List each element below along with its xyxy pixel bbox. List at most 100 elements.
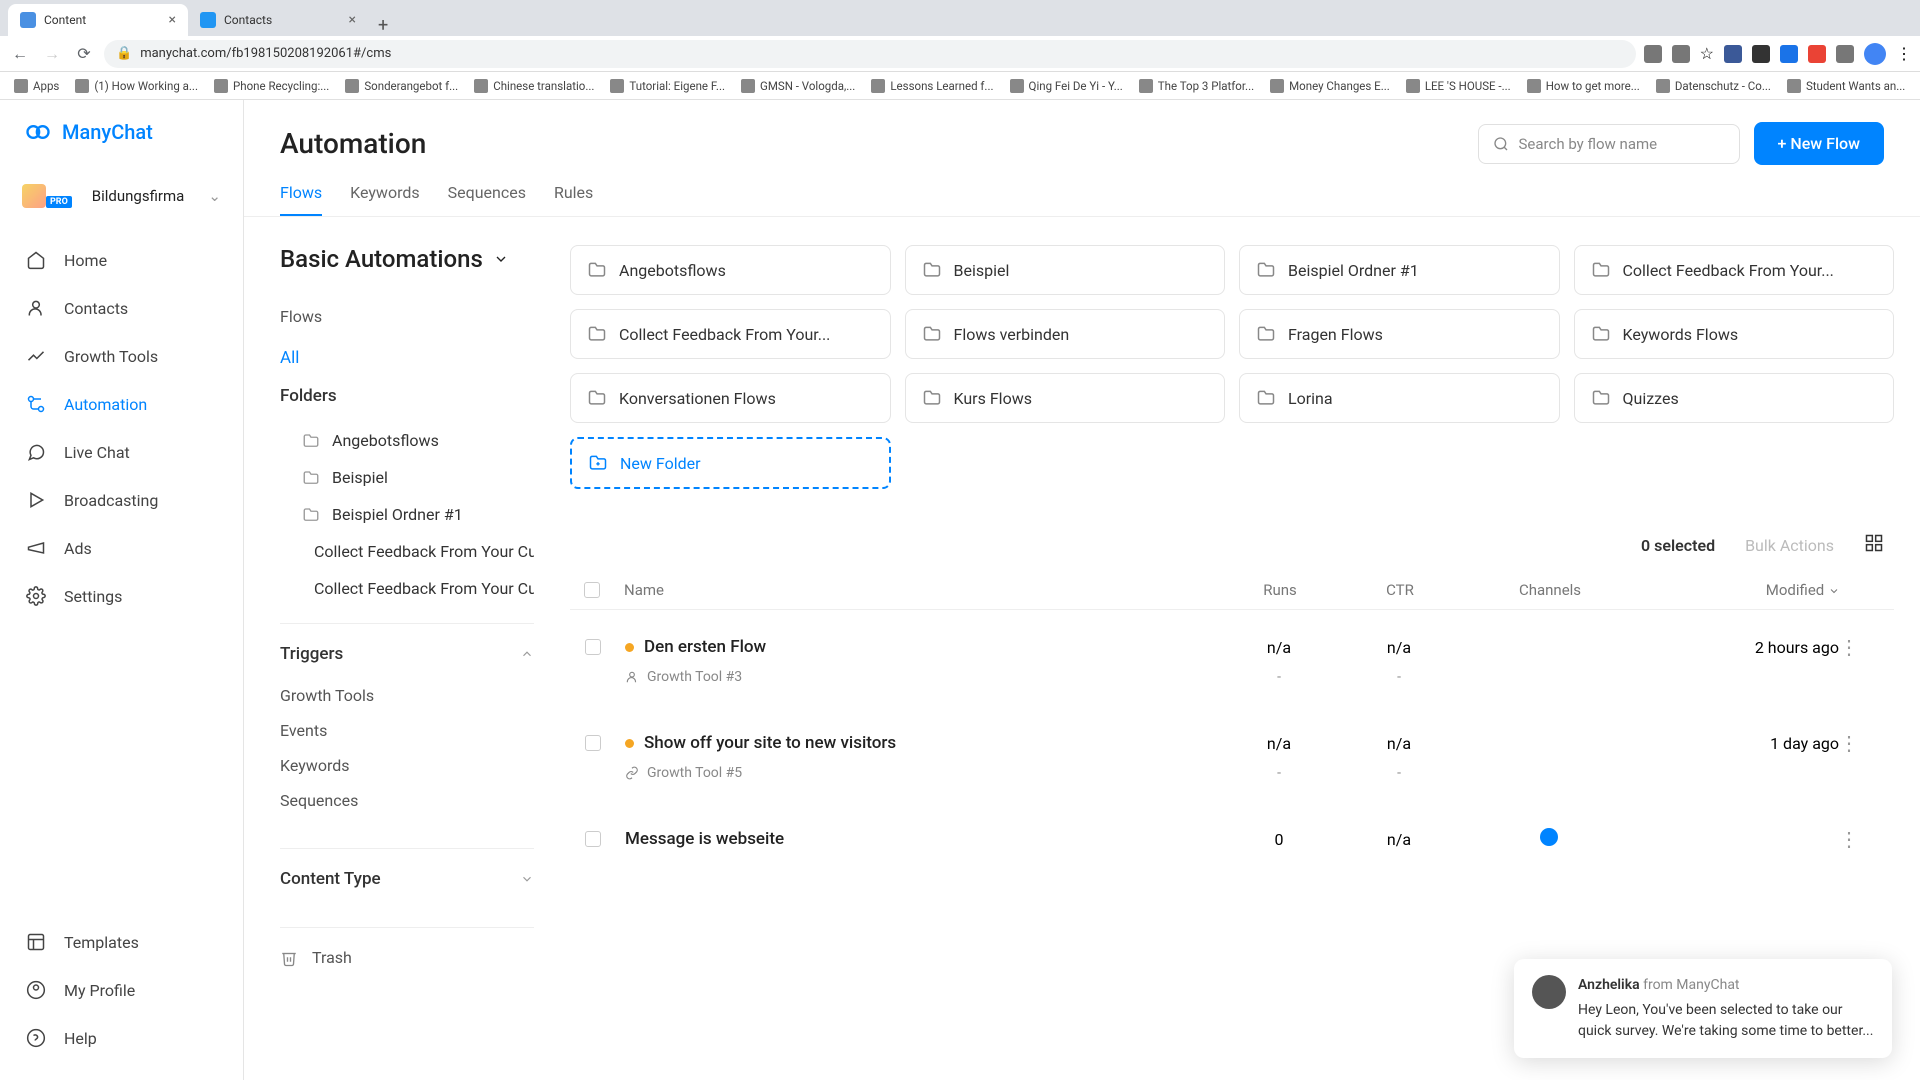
nav-templates[interactable]: Templates <box>0 918 243 966</box>
search-input[interactable]: Search by flow name <box>1478 124 1740 164</box>
bookmark[interactable]: (1) How Working a... <box>69 77 204 95</box>
col-runs[interactable]: Runs <box>1220 581 1340 599</box>
brand-logo[interactable]: ManyChat <box>0 118 243 170</box>
folder-card[interactable]: Flows verbinden <box>905 309 1226 359</box>
bookmark[interactable]: Money Changes E... <box>1264 77 1396 95</box>
bookmark[interactable]: Phone Recycling:... <box>208 77 335 95</box>
bookmark[interactable]: Datenschutz - Co... <box>1650 77 1777 95</box>
folder-card[interactable]: Lorina <box>1239 373 1560 423</box>
bookmark[interactable]: The Top 3 Platfor... <box>1133 77 1260 95</box>
bookmark[interactable]: Sonderangebot f... <box>339 77 464 95</box>
flow-row[interactable]: Den ersten Flow n/a n/a 2 hours ago ⋮ Gr… <box>570 618 1894 706</box>
extension-icon[interactable] <box>1724 45 1742 63</box>
extension-icon[interactable] <box>1836 45 1854 63</box>
nav-help[interactable]: Help <box>0 1014 243 1062</box>
tab-sequences[interactable]: Sequences <box>448 183 526 216</box>
tab-keywords[interactable]: Keywords <box>350 183 420 216</box>
forward-button[interactable]: → <box>40 42 64 66</box>
bookmark[interactable]: Lessons Learned f... <box>865 77 999 95</box>
bookmark[interactable]: GMSN - Vologda,... <box>735 77 861 95</box>
trigger-item[interactable]: Growth Tools <box>280 678 534 713</box>
folder-card[interactable]: Collect Feedback From Your... <box>570 309 891 359</box>
bookmark[interactable]: Chinese translatio... <box>468 77 600 95</box>
nav-settings[interactable]: Settings <box>0 572 243 620</box>
content-type-header[interactable]: Content Type <box>280 869 534 889</box>
nav-my-profile[interactable]: My Profile <box>0 966 243 1014</box>
nav-growth-tools[interactable]: Growth Tools <box>0 332 243 380</box>
extension-icon[interactable] <box>1752 45 1770 63</box>
tab-rules[interactable]: Rules <box>554 183 593 216</box>
star-icon[interactable]: ☆ <box>1700 44 1714 63</box>
filter-all[interactable]: All <box>280 348 534 368</box>
folder-card[interactable]: Beispiel <box>905 245 1226 295</box>
nav-ads[interactable]: Ads <box>0 524 243 572</box>
bookmark[interactable]: Tutorial: Eigene F... <box>604 77 731 95</box>
view-toggle-button[interactable] <box>1864 533 1884 557</box>
bookmark[interactable]: Student Wants an... <box>1781 77 1911 95</box>
chat-popup[interactable]: Anzhelika from ManyChat Hey Leon, You've… <box>1514 959 1892 1058</box>
folder-card[interactable]: Konversationen Flows <box>570 373 891 423</box>
trigger-item[interactable]: Events <box>280 713 534 748</box>
folder-tree-item[interactable]: Collect Feedback From Your Cu <box>280 570 534 607</box>
folder-card[interactable]: Kurs Flows <box>905 373 1226 423</box>
flow-row[interactable]: Show off your site to new visitors n/a n… <box>570 714 1894 802</box>
col-modified[interactable]: Modified <box>1640 581 1840 599</box>
row-more-button[interactable]: ⋮ <box>1839 635 1879 659</box>
folder-tree-item[interactable]: Angebotsflows <box>280 422 534 459</box>
bookmark[interactable]: LEE 'S HOUSE -... <box>1400 77 1517 95</box>
nav-broadcasting[interactable]: Broadcasting <box>0 476 243 524</box>
folder-tree-item[interactable]: Beispiel Ordner #1 <box>280 496 534 533</box>
browser-tab[interactable]: Content × <box>8 4 188 36</box>
browser-tab[interactable]: Contacts × <box>188 4 368 36</box>
extension-icon[interactable] <box>1808 45 1826 63</box>
extension-icon[interactable] <box>1780 45 1798 63</box>
extension-icon[interactable] <box>1644 45 1662 63</box>
col-name[interactable]: Name <box>624 581 1220 599</box>
nav-automation[interactable]: Automation <box>0 380 243 428</box>
url-input[interactable]: 🔒 manychat.com/fb198150208192061#/cms <box>104 40 1636 68</box>
select-all-checkbox[interactable] <box>584 582 600 598</box>
nav-contacts[interactable]: Contacts <box>0 284 243 332</box>
row-checkbox[interactable] <box>585 735 601 751</box>
bookmark[interactable]: Qing Fei De Yi - Y... <box>1004 77 1129 95</box>
trash-link[interactable]: Trash <box>280 927 534 977</box>
triggers-header[interactable]: Triggers <box>280 644 534 664</box>
bookmark[interactable]: Download - Cooki... <box>1915 77 1920 95</box>
nav-home[interactable]: Home <box>0 236 243 284</box>
flow-row[interactable]: Message is webseite 0 n/a ⋮ <box>570 810 1894 872</box>
profile-avatar-icon[interactable] <box>1864 43 1886 65</box>
section-heading[interactable]: Basic Automations <box>280 245 534 273</box>
new-folder-button[interactable]: New Folder <box>570 437 891 489</box>
sidebar: ManyChat PRO Bildungsfirma ⌄ Home Contac… <box>0 100 244 1080</box>
row-checkbox[interactable] <box>585 639 601 655</box>
bookmark[interactable]: How to get more... <box>1521 77 1646 95</box>
back-button[interactable]: ← <box>8 42 32 66</box>
close-icon[interactable]: × <box>349 12 356 28</box>
col-channels[interactable]: Channels <box>1460 581 1640 599</box>
tab-flows[interactable]: Flows <box>280 183 322 216</box>
folder-card[interactable]: Keywords Flows <box>1574 309 1895 359</box>
folder-card[interactable]: Beispiel Ordner #1 <box>1239 245 1560 295</box>
trigger-item[interactable]: Keywords <box>280 748 534 783</box>
folder-card[interactable]: Quizzes <box>1574 373 1895 423</box>
folder-card[interactable]: Fragen Flows <box>1239 309 1560 359</box>
extension-icon[interactable] <box>1672 45 1690 63</box>
new-tab-button[interactable]: + <box>368 15 398 36</box>
nav-live-chat[interactable]: Live Chat <box>0 428 243 476</box>
row-more-button[interactable]: ⋮ <box>1839 731 1879 755</box>
folder-card[interactable]: Collect Feedback From Your... <box>1574 245 1895 295</box>
row-more-button[interactable]: ⋮ <box>1839 827 1879 851</box>
bulk-actions-button[interactable]: Bulk Actions <box>1745 536 1834 555</box>
account-switcher[interactable]: PRO Bildungsfirma ⌄ <box>0 170 243 222</box>
menu-icon[interactable]: ⋮ <box>1896 44 1912 63</box>
bookmark[interactable]: Apps <box>8 77 65 95</box>
folder-tree-item[interactable]: Collect Feedback From Your Cu <box>280 533 534 570</box>
folder-tree-item[interactable]: Beispiel <box>280 459 534 496</box>
folder-card[interactable]: Angebotsflows <box>570 245 891 295</box>
reload-button[interactable]: ⟳ <box>72 42 96 66</box>
row-checkbox[interactable] <box>585 831 601 847</box>
close-icon[interactable]: × <box>169 12 176 28</box>
trigger-item[interactable]: Sequences <box>280 783 534 818</box>
col-ctr[interactable]: CTR <box>1340 581 1460 599</box>
new-flow-button[interactable]: + New Flow <box>1754 122 1884 165</box>
